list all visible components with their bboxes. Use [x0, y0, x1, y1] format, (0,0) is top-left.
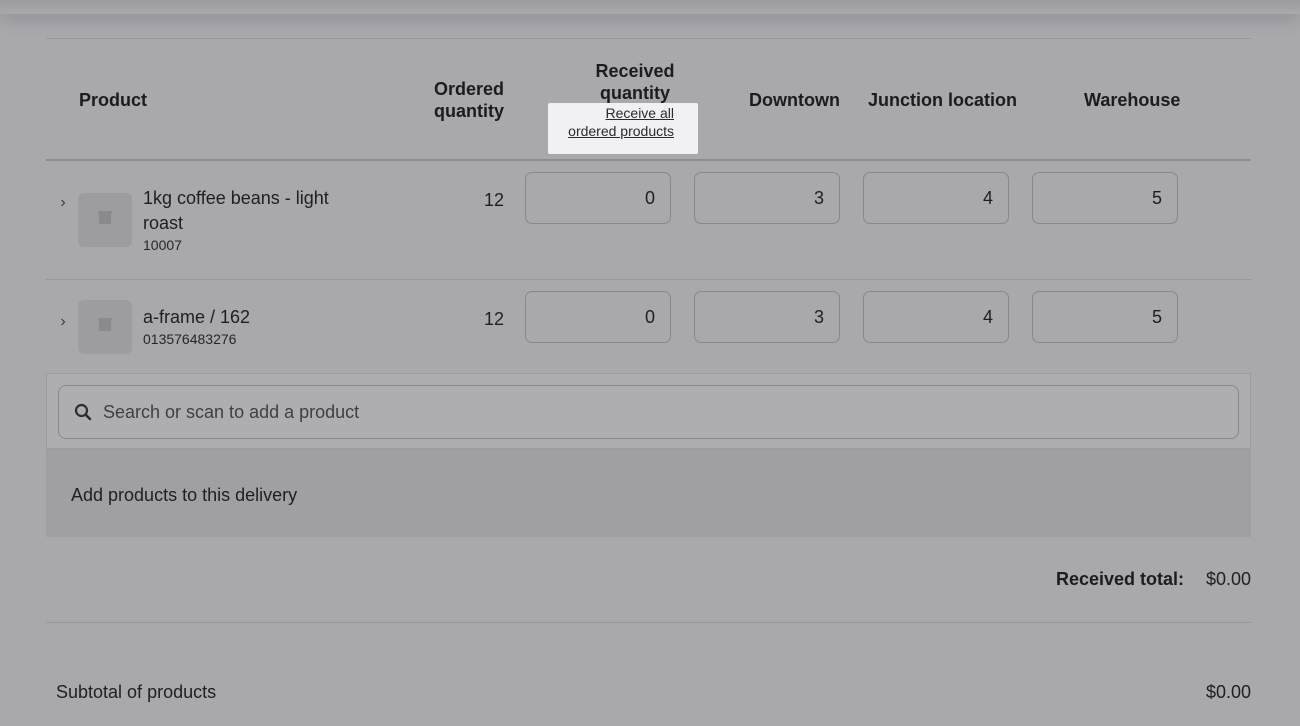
- receive-all-line1: Receive all: [605, 105, 674, 121]
- junction-quantity-input[interactable]: 4: [863, 291, 1009, 343]
- search-placeholder: Search or scan to add a product: [103, 402, 360, 422]
- junction-quantity-input[interactable]: 4: [863, 172, 1009, 224]
- top-bar-shadow: [0, 0, 1300, 14]
- product-name-line2: roast: [143, 213, 184, 233]
- product-name: a-frame / 162: [143, 307, 251, 327]
- header-warehouse: Warehouse: [1084, 90, 1181, 110]
- header-ordered-line2: quantity: [434, 101, 504, 121]
- header-downtown: Downtown: [749, 90, 840, 110]
- product-name: 1kg coffee beans - light roast: [143, 186, 329, 236]
- image-placeholder-icon: [98, 211, 112, 224]
- image-placeholder-icon: [98, 318, 112, 331]
- row-divider: [46, 279, 1251, 280]
- product-image-placeholder: [78, 193, 132, 247]
- received-quantity-input[interactable]: 0: [525, 291, 671, 343]
- subtotal-value: $0.00: [1205, 682, 1251, 702]
- receive-all-ordered-products-link[interactable]: Receive all ordered products: [548, 104, 674, 140]
- downtown-quantity-input[interactable]: 3: [694, 172, 840, 224]
- add-products-text: Add products to this delivery: [71, 485, 298, 505]
- product-name-line1: 1kg coffee beans - light: [143, 188, 329, 208]
- downtown-quantity-input[interactable]: 3: [694, 291, 840, 343]
- header-product: Product: [79, 90, 148, 110]
- ordered-quantity: 12: [483, 309, 504, 329]
- product-image-placeholder: [78, 300, 132, 354]
- header-received-quantity: Received quantity: [590, 60, 680, 104]
- received-total-value: $0.00: [1205, 569, 1251, 589]
- chevron-right-icon[interactable]: ›: [54, 194, 72, 212]
- header-divider: [46, 159, 1251, 161]
- header-junction-location: Junction location: [868, 90, 1018, 110]
- header-ordered-line1: Ordered: [433, 79, 505, 99]
- product-sku: 013576483276: [143, 331, 237, 347]
- header-received-line1: Received: [595, 61, 675, 81]
- header-received-line2: quantity: [600, 83, 670, 103]
- receive-all-line2: ordered products: [568, 123, 674, 139]
- received-total-label: Received total:: [1055, 569, 1184, 589]
- product-sku: 10007: [143, 237, 182, 253]
- divider: [46, 38, 1251, 39]
- received-quantity-input[interactable]: 0: [525, 172, 671, 224]
- ordered-quantity: 12: [483, 190, 504, 210]
- warehouse-quantity-input[interactable]: 5: [1032, 172, 1178, 224]
- search-icon: [74, 403, 92, 421]
- subtotal-label: Subtotal of products: [56, 682, 217, 702]
- divider: [46, 622, 1251, 623]
- chevron-right-icon[interactable]: ›: [54, 313, 72, 331]
- warehouse-quantity-input[interactable]: 5: [1032, 291, 1178, 343]
- header-ordered-quantity: Ordered quantity: [424, 78, 514, 122]
